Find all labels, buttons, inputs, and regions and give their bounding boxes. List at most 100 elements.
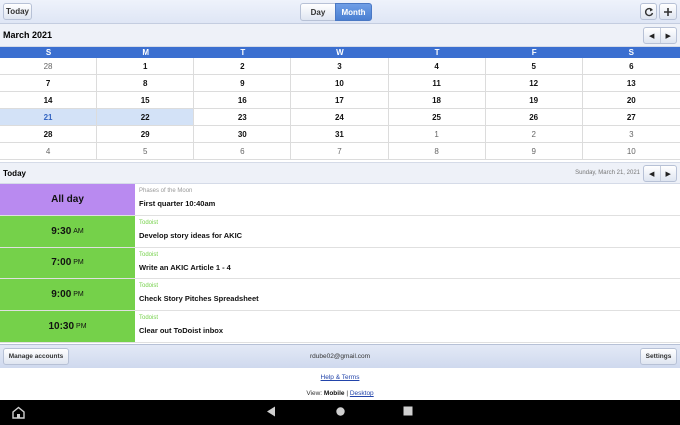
month-calendar: SMTWTFS 28 1 2 3 4 5 6 7 8 9 10 11 12 13 14 15 16 17 18 19 2… bbox=[0, 47, 680, 160]
calendar-day[interactable]: 15 bbox=[97, 92, 195, 108]
calendar-day[interactable]: 11 bbox=[389, 75, 486, 91]
day-view-button[interactable]: Day bbox=[300, 3, 336, 21]
month-view-button[interactable]: Month bbox=[335, 3, 372, 21]
calendar-day[interactable]: 16 bbox=[194, 92, 292, 108]
weekday-label: T bbox=[240, 48, 246, 57]
calendar-day[interactable]: 5 bbox=[97, 143, 195, 159]
add-event-button[interactable] bbox=[659, 3, 677, 20]
view-mobile: Mobile bbox=[323, 390, 345, 397]
calendar-day[interactable]: 29 bbox=[97, 126, 195, 142]
event-row[interactable]: 7:00 PM Todoist Write an AKIC Article 1 - 4 bbox=[0, 247, 680, 280]
calendar-day[interactable]: 9 bbox=[194, 75, 292, 91]
calendar-day[interactable]: 4 bbox=[389, 58, 486, 74]
event-ampm: AM bbox=[73, 227, 84, 235]
calendar-day[interactable]: 9 bbox=[486, 143, 583, 159]
chevron-right-icon[interactable]: ▶ bbox=[661, 28, 677, 43]
calendar-day[interactable]: 2 bbox=[486, 126, 583, 142]
calendar-day[interactable]: 17 bbox=[291, 92, 389, 108]
desktop-view-link[interactable]: Desktop bbox=[350, 390, 374, 397]
calendar-week: 21 22 23 24 25 26 27 bbox=[0, 109, 680, 126]
today-title: Today bbox=[3, 169, 26, 178]
calendar-day[interactable]: 8 bbox=[97, 75, 195, 91]
calendar-day[interactable]: 5 bbox=[486, 58, 583, 74]
calendar-week: 28 29 30 31 1 2 3 bbox=[0, 126, 680, 143]
event-time: 9:30 AM bbox=[0, 215, 135, 247]
calendar-day[interactable]: 3 bbox=[583, 126, 680, 142]
today-header: Today Sunday, March 21, 2021 ◀ ▶ bbox=[0, 162, 680, 184]
top-toolbar: Today Day Month bbox=[0, 0, 680, 24]
event-row[interactable]: 9:00 PM Todoist Check Story Pitches Spreads… bbox=[0, 279, 680, 312]
calendar-week: 14 15 16 17 18 19 20 bbox=[0, 92, 680, 109]
event-calendar-name: Todoist bbox=[139, 251, 159, 258]
calendar-week: 7 8 9 10 11 12 13 bbox=[0, 75, 680, 92]
calendar-day[interactable]: 1 bbox=[389, 126, 486, 142]
chevron-left-icon[interactable]: ◀ bbox=[644, 28, 661, 43]
event-row[interactable]: 9:30 AM Todoist Develop story ideas for AKI… bbox=[0, 215, 680, 248]
weekday-label: S bbox=[45, 48, 52, 57]
weekday-label: W bbox=[336, 48, 344, 57]
event-title: Check Story Pitches Spreadsheet bbox=[139, 294, 259, 304]
calendar-day[interactable]: 25 bbox=[389, 109, 486, 125]
calendar-day[interactable]: 23 bbox=[194, 109, 292, 125]
home-app-icon[interactable] bbox=[12, 406, 25, 422]
event-calendar-name: Todoist bbox=[139, 219, 159, 226]
event-ampm: PM bbox=[76, 323, 87, 331]
calendar-day[interactable]: 28 bbox=[0, 126, 98, 142]
calendar-day[interactable]: 6 bbox=[583, 58, 680, 74]
calendar-day[interactable]: 18 bbox=[389, 92, 486, 108]
refresh-button[interactable] bbox=[640, 3, 657, 20]
plus-icon bbox=[664, 7, 672, 16]
event-time: All day bbox=[0, 184, 135, 215]
recents-icon[interactable] bbox=[403, 406, 413, 419]
calendar-day[interactable]: 24 bbox=[291, 109, 389, 125]
calendar-day[interactable]: 1 bbox=[97, 58, 195, 74]
calendar-day[interactable]: 21 bbox=[0, 109, 98, 125]
month-header: March 2021 ◀ ▶ bbox=[0, 24, 680, 47]
event-row[interactable]: 10:30 PM Todoist Clear out ToDoist inbox bbox=[0, 311, 680, 343]
weekday-label: S bbox=[628, 48, 634, 57]
settings-button[interactable]: Settings bbox=[640, 348, 677, 365]
event-row[interactable]: All day Phases of the Moon First quarter 1… bbox=[0, 184, 680, 216]
calendar-day[interactable]: 14 bbox=[0, 92, 98, 108]
back-icon[interactable] bbox=[266, 406, 276, 420]
home-icon[interactable] bbox=[335, 406, 346, 420]
calendar-day[interactable]: 12 bbox=[486, 75, 583, 91]
calendar-day[interactable]: 2 bbox=[194, 58, 292, 74]
refresh-icon bbox=[644, 7, 653, 16]
event-time-value: 9:30 bbox=[51, 225, 72, 237]
calendar-day[interactable]: 19 bbox=[486, 92, 583, 108]
calendar-day[interactable]: 6 bbox=[194, 143, 292, 159]
weekday-header: SMTWTFS bbox=[0, 47, 680, 58]
calendar-day[interactable]: 4 bbox=[0, 143, 98, 159]
calendar-day[interactable]: 8 bbox=[389, 143, 486, 159]
calendar-day[interactable]: 30 bbox=[194, 126, 292, 142]
calendar-day[interactable]: 28 bbox=[0, 58, 98, 74]
chevron-right-icon[interactable]: ▶ bbox=[661, 166, 677, 181]
today-button[interactable]: Today bbox=[3, 3, 32, 20]
help-terms-link[interactable]: Help & Terms bbox=[0, 374, 680, 381]
calendar-day[interactable]: 20 bbox=[583, 92, 680, 108]
calendar-day[interactable]: 27 bbox=[583, 109, 680, 125]
calendar-day[interactable]: 3 bbox=[291, 58, 389, 74]
weekday-label: T bbox=[434, 48, 440, 57]
event-ampm: PM bbox=[73, 259, 84, 267]
calendar-day[interactable]: 31 bbox=[291, 126, 389, 142]
event-list: All day Phases of the Moon First quarter 1… bbox=[0, 184, 680, 343]
calendar-day[interactable]: 13 bbox=[583, 75, 680, 91]
month-nav: ◀ ▶ bbox=[643, 27, 677, 44]
event-time-value: 7:00 bbox=[51, 257, 72, 269]
calendar-day[interactable]: 7 bbox=[0, 75, 98, 91]
calendar-day[interactable]: 10 bbox=[583, 143, 680, 159]
calendar-day[interactable]: 22 bbox=[97, 109, 195, 125]
view-prefix: View: bbox=[306, 390, 323, 397]
weekday-label: M bbox=[142, 48, 150, 57]
calendar-day[interactable]: 10 bbox=[291, 75, 389, 91]
view-switcher: View: Mobile | Desktop bbox=[0, 390, 680, 397]
event-ampm: PM bbox=[73, 291, 84, 299]
calendar-day[interactable]: 7 bbox=[291, 143, 389, 159]
day-nav: ◀ ▶ bbox=[643, 165, 677, 182]
today-date: Sunday, March 21, 2021 bbox=[575, 170, 640, 176]
calendar-day[interactable]: 26 bbox=[486, 109, 583, 125]
chevron-left-icon[interactable]: ◀ bbox=[644, 166, 661, 181]
month-title: March 2021 bbox=[3, 30, 53, 40]
